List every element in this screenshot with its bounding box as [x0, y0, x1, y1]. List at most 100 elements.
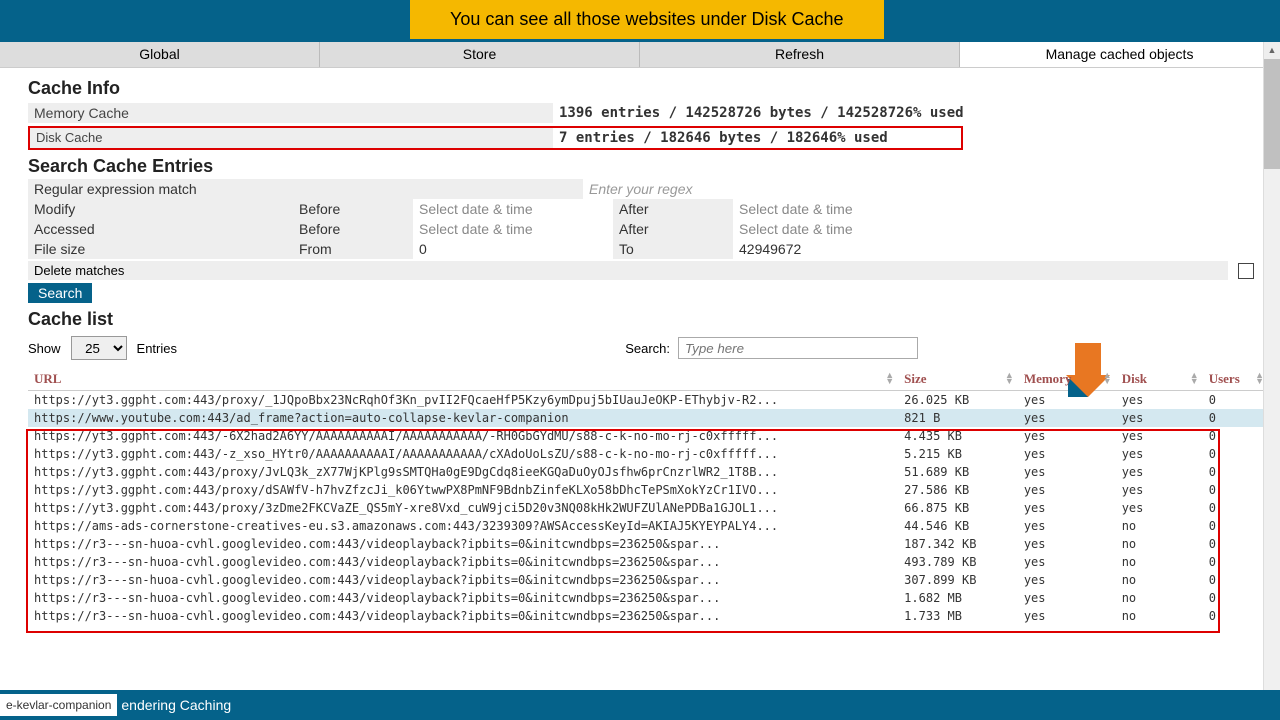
- cell-size: 51.689 KB: [898, 463, 1018, 481]
- regex-input[interactable]: Enter your regex: [583, 179, 1268, 199]
- modify-after-input[interactable]: Select date & time: [733, 199, 933, 219]
- table-row[interactable]: https://yt3.ggpht.com:443/-z_xso_HYtr0/A…: [28, 445, 1268, 463]
- memory-cache-value: 1396 entries / 142528726 bytes / 1425287…: [553, 103, 1268, 123]
- search-grid: Regular expression match Enter your rege…: [28, 179, 1268, 303]
- header-bar: You can see all those websites under Dis…: [0, 0, 1280, 42]
- scrollbar[interactable]: ▲: [1263, 42, 1280, 720]
- scroll-thumb[interactable]: [1264, 59, 1280, 169]
- cell-disk: yes: [1116, 481, 1203, 499]
- accessed-after-input[interactable]: Select date & time: [733, 219, 933, 239]
- cell-disk: no: [1116, 535, 1203, 553]
- table-row[interactable]: https://www.youtube.com:443/ad_frame?act…: [28, 409, 1268, 427]
- tab-global[interactable]: Global: [0, 42, 320, 67]
- cell-memory: yes: [1018, 481, 1116, 499]
- cell-url: https://www.youtube.com:443/ad_frame?act…: [28, 409, 898, 427]
- footer-tag: e-kevlar-companion: [0, 694, 117, 716]
- cell-size: 1.682 MB: [898, 589, 1018, 607]
- cell-url: https://r3---sn-huoa-cvhl.googlevideo.co…: [28, 607, 898, 625]
- cache-info-heading: Cache Info: [28, 78, 1268, 99]
- table-row[interactable]: https://r3---sn-huoa-cvhl.googlevideo.co…: [28, 535, 1268, 553]
- cell-memory: yes: [1018, 535, 1116, 553]
- table-row[interactable]: https://yt3.ggpht.com:443/proxy/3zDme2FK…: [28, 499, 1268, 517]
- show-label: Show: [28, 341, 61, 356]
- col-size[interactable]: Size▲▼: [898, 368, 1018, 391]
- footer-text: endering Caching: [121, 697, 231, 713]
- col-disk[interactable]: Disk▲▼: [1116, 368, 1203, 391]
- col-memory[interactable]: Memory▲▼: [1018, 368, 1116, 391]
- accessed-after-label: After: [613, 219, 733, 239]
- cell-users: 0: [1203, 517, 1268, 535]
- cell-disk: no: [1116, 607, 1203, 625]
- cell-memory: yes: [1018, 463, 1116, 481]
- cell-users: 0: [1203, 571, 1268, 589]
- cell-url: https://r3---sn-huoa-cvhl.googlevideo.co…: [28, 571, 898, 589]
- tab-refresh[interactable]: Refresh: [640, 42, 960, 67]
- memory-cache-label: Memory Cache: [28, 103, 553, 123]
- cell-disk: yes: [1116, 409, 1203, 427]
- cell-memory: yes: [1018, 589, 1116, 607]
- cell-users: 0: [1203, 607, 1268, 625]
- accessed-before-label: Before: [293, 219, 413, 239]
- table-row[interactable]: https://ams-ads-cornerstone-creatives-eu…: [28, 517, 1268, 535]
- cell-url: https://yt3.ggpht.com:443/proxy/_1JQpoBb…: [28, 391, 898, 410]
- show-select[interactable]: 25: [71, 336, 127, 360]
- cell-disk: yes: [1116, 427, 1203, 445]
- cell-size: 4.435 KB: [898, 427, 1018, 445]
- cell-users: 0: [1203, 463, 1268, 481]
- cell-disk: yes: [1116, 445, 1203, 463]
- search-button[interactable]: Search: [28, 283, 92, 303]
- footer-bar: e-kevlar-companion endering Caching: [0, 690, 1280, 720]
- table-row[interactable]: https://r3---sn-huoa-cvhl.googlevideo.co…: [28, 553, 1268, 571]
- table-row[interactable]: https://r3---sn-huoa-cvhl.googlevideo.co…: [28, 589, 1268, 607]
- cell-users: 0: [1203, 391, 1268, 410]
- cell-url: https://ams-ads-cornerstone-creatives-eu…: [28, 517, 898, 535]
- filesize-from-input[interactable]: 0: [413, 239, 613, 259]
- cell-size: 493.789 KB: [898, 553, 1018, 571]
- cell-size: 5.215 KB: [898, 445, 1018, 463]
- cell-url: https://yt3.ggpht.com:443/-z_xso_HYtr0/A…: [28, 445, 898, 463]
- list-search-input[interactable]: [678, 337, 918, 359]
- content-area: Cache Info Memory Cache 1396 entries / 1…: [0, 68, 1280, 625]
- table-row[interactable]: https://r3---sn-huoa-cvhl.googlevideo.co…: [28, 607, 1268, 625]
- modify-before-input[interactable]: Select date & time: [413, 199, 613, 219]
- cell-disk: yes: [1116, 391, 1203, 410]
- cell-memory: yes: [1018, 409, 1116, 427]
- col-url[interactable]: URL▲▼: [28, 368, 898, 391]
- cell-users: 0: [1203, 445, 1268, 463]
- cell-url: https://r3---sn-huoa-cvhl.googlevideo.co…: [28, 589, 898, 607]
- cell-disk: yes: [1116, 463, 1203, 481]
- entries-label: Entries: [137, 341, 177, 356]
- cell-memory: yes: [1018, 553, 1116, 571]
- cell-memory: yes: [1018, 499, 1116, 517]
- cell-users: 0: [1203, 535, 1268, 553]
- cell-users: 0: [1203, 589, 1268, 607]
- filesize-label: File size: [28, 239, 293, 259]
- tab-manage-cached-objects[interactable]: Manage cached objects: [960, 42, 1280, 67]
- table-row[interactable]: https://yt3.ggpht.com:443/proxy/JvLQ3k_z…: [28, 463, 1268, 481]
- col-users[interactable]: Users▲▼: [1203, 368, 1268, 391]
- cache-table: URL▲▼ Size▲▼ Memory▲▼ Disk▲▼ Users▲▼ htt…: [28, 368, 1268, 625]
- cell-disk: yes: [1116, 499, 1203, 517]
- tabs-row: GlobalStoreRefreshManage cached objects: [0, 42, 1280, 68]
- table-row[interactable]: https://yt3.ggpht.com:443/proxy/dSAWfV-h…: [28, 481, 1268, 499]
- cell-memory: yes: [1018, 571, 1116, 589]
- table-row[interactable]: https://r3---sn-huoa-cvhl.googlevideo.co…: [28, 571, 1268, 589]
- delete-matches-checkbox[interactable]: [1238, 263, 1254, 279]
- cell-size: 1.733 MB: [898, 607, 1018, 625]
- modify-after-label: After: [613, 199, 733, 219]
- cell-url: https://yt3.ggpht.com:443/proxy/3zDme2FK…: [28, 499, 898, 517]
- disk-cache-label: Disk Cache: [30, 128, 553, 148]
- memory-cache-row: Memory Cache 1396 entries / 142528726 by…: [28, 101, 1268, 125]
- disk-cache-highlight: Disk Cache 7 entries / 182646 bytes / 18…: [28, 126, 963, 150]
- table-row[interactable]: https://yt3.ggpht.com:443/-6X2had2A6YY/A…: [28, 427, 1268, 445]
- cell-url: https://yt3.ggpht.com:443/proxy/JvLQ3k_z…: [28, 463, 898, 481]
- tab-store[interactable]: Store: [320, 42, 640, 67]
- delete-matches-label: Delete matches: [28, 261, 1228, 280]
- cell-url: https://r3---sn-huoa-cvhl.googlevideo.co…: [28, 535, 898, 553]
- cell-disk: no: [1116, 589, 1203, 607]
- cell-memory: yes: [1018, 607, 1116, 625]
- annotation-banner: You can see all those websites under Dis…: [410, 0, 884, 39]
- scroll-up-icon[interactable]: ▲: [1264, 42, 1280, 59]
- accessed-before-input[interactable]: Select date & time: [413, 219, 613, 239]
- filesize-to-input[interactable]: 42949672: [733, 239, 933, 259]
